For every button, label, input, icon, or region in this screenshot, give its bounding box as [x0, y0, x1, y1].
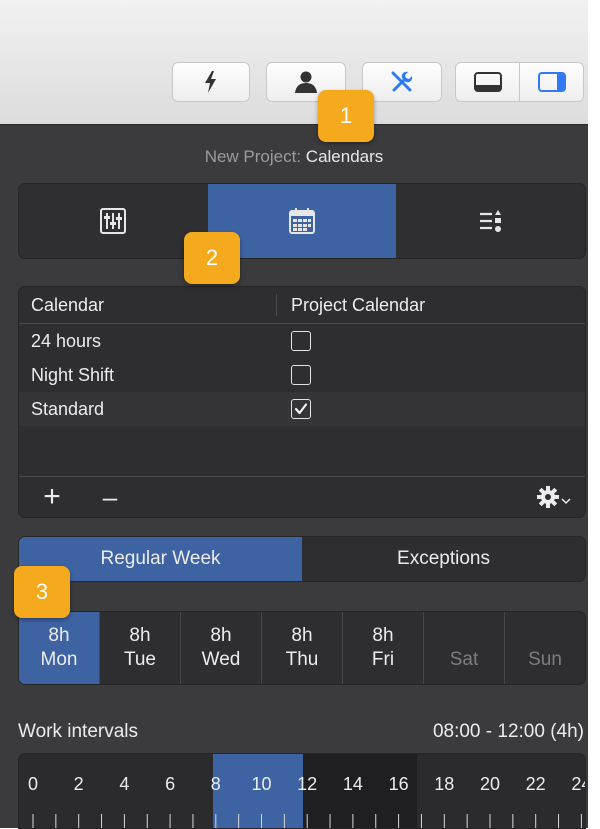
remove-calendar-button[interactable]: – — [95, 482, 125, 513]
checkmark-icon — [294, 403, 308, 415]
day-sun[interactable]: Sun — [504, 612, 585, 684]
inspector-mode-tabs — [18, 183, 586, 259]
day-sat[interactable]: Sat — [423, 612, 504, 684]
day-label: Sun — [528, 649, 562, 670]
tab-list[interactable] — [396, 184, 585, 258]
sliders-icon — [100, 208, 127, 234]
right-sidebar-icon — [537, 72, 566, 92]
calendars-table: Calendar Project Calendar 24 hours Night… — [18, 286, 586, 518]
title-prefix: New Project: — [204, 147, 302, 166]
list-sort-icon — [479, 210, 501, 232]
day-hours: 8h — [372, 625, 394, 646]
day-wed[interactable]: 8h Wed — [180, 612, 261, 684]
weekday-selector: 8h Mon 8h Tue 8h Wed 8h Thu 8h Fri Sat S… — [18, 611, 586, 685]
day-label: Wed — [201, 649, 241, 670]
calendar-name: Standard — [31, 398, 105, 419]
tab-settings[interactable] — [19, 184, 208, 258]
layout-toggle-group — [455, 62, 584, 102]
column-header-project-calendar[interactable]: Project Calendar — [277, 295, 425, 316]
toggle-right-sidebar[interactable] — [519, 63, 583, 101]
day-label: Fri — [371, 649, 395, 670]
week-mode-tabs: Regular Week Exceptions — [18, 536, 586, 582]
lightning-icon — [205, 71, 216, 93]
project-calendar-checkbox[interactable] — [291, 365, 311, 385]
calendar-actions-menu[interactable] — [536, 485, 571, 509]
day-thu[interactable]: 8h Thu — [261, 612, 342, 684]
title-value: Calendars — [305, 147, 384, 166]
work-intervals-value: 08:00 - 12:00 (4h) — [432, 721, 584, 742]
callout-badge-2: 2 — [184, 232, 240, 284]
project-calendar-checkbox[interactable] — [291, 399, 311, 419]
day-tue[interactable]: 8h Tue — [99, 612, 180, 684]
calendar-name: 24 hours — [31, 330, 102, 351]
gear-icon — [537, 486, 559, 508]
chevron-down-icon — [561, 498, 571, 505]
project-calendar-checkbox[interactable] — [291, 331, 311, 351]
calendar-icon — [289, 208, 315, 234]
tab-exceptions[interactable]: Exceptions — [302, 537, 585, 581]
add-calendar-button[interactable]: + — [37, 480, 67, 514]
day-hours: 8h — [210, 625, 232, 646]
table-row[interactable]: 24 hours — [19, 324, 585, 358]
table-header: Calendar Project Calendar — [19, 287, 585, 324]
day-hours: 8h — [48, 625, 70, 646]
window-toolbar — [0, 0, 588, 124]
day-mon[interactable]: 8h Mon — [19, 612, 99, 684]
calendar-name: Night Shift — [31, 364, 115, 385]
toggle-bottom-panel[interactable] — [456, 63, 519, 101]
callout-badge-3: 3 — [14, 566, 70, 618]
lightning-button[interactable] — [172, 62, 250, 102]
callout-badge-1: 1 — [318, 90, 374, 142]
column-header-calendar[interactable]: Calendar — [19, 294, 277, 316]
day-hours: 8h — [291, 625, 313, 646]
bottom-panel-icon — [473, 72, 502, 92]
person-icon — [295, 71, 317, 93]
table-footer: + – — [19, 476, 585, 517]
day-hours: 8h — [129, 625, 151, 646]
work-intervals-label: Work intervals — [18, 721, 139, 742]
tools-button[interactable] — [362, 62, 442, 102]
day-fri[interactable]: 8h Fri — [342, 612, 423, 684]
hour-ticks — [32, 814, 582, 828]
day-label: Sat — [449, 649, 479, 670]
day-label: Thu — [285, 649, 319, 670]
table-row[interactable]: Night Shift — [19, 358, 585, 392]
panel-title: New Project: Calendars — [0, 147, 588, 167]
table-row[interactable]: Standard — [19, 392, 585, 426]
inspector-panel: New Project: Calendars Calendar Project … — [0, 124, 588, 829]
day-label: Tue — [123, 649, 157, 670]
tools-icon — [391, 71, 413, 92]
work-interval-timeline[interactable]: 024681012141618202224 — [18, 753, 586, 829]
day-label: Mon — [40, 649, 78, 670]
